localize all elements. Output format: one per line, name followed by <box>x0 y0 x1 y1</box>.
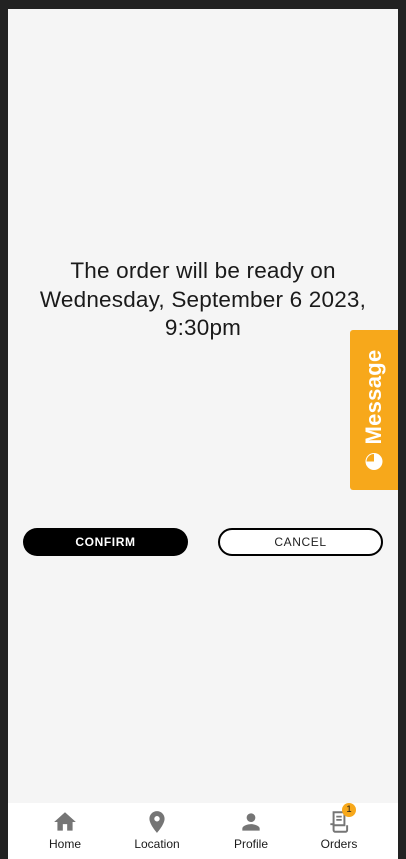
nav-label-location: Location <box>134 837 180 851</box>
order-ready-line-3: 9:30pm <box>164 315 242 340</box>
receipt-icon: 1 <box>326 803 356 835</box>
location-pin-icon <box>144 809 170 835</box>
app-screen: The order will be ready on Wednesday, Se… <box>8 9 398 859</box>
person-icon <box>238 809 264 835</box>
nav-item-orders[interactable]: 1 Orders <box>294 803 384 859</box>
nav-item-location[interactable]: Location <box>112 803 202 859</box>
message-tab[interactable]: Message <box>350 330 398 490</box>
message-tab-label: Message <box>361 349 386 445</box>
nav-item-home[interactable]: Home <box>20 803 110 859</box>
nav-label-profile: Profile <box>233 837 268 851</box>
order-ready-line-2: Wednesday, September 6 2023, <box>39 286 367 312</box>
home-icon <box>52 809 78 835</box>
nav-item-profile[interactable]: Profile <box>206 803 296 859</box>
cancel-button[interactable]: CANCEL <box>218 528 383 556</box>
orders-badge: 1 <box>342 803 356 817</box>
chat-bubble-icon <box>365 453 383 471</box>
bottom-navigation: Home Location Profile 1 Orders <box>8 803 398 859</box>
nav-label-home: Home <box>48 837 81 851</box>
message-tab-content: Message <box>361 349 387 471</box>
order-ready-message: The order will be ready on Wednesday, Se… <box>8 257 398 343</box>
nav-label-orders: Orders <box>320 837 358 851</box>
confirm-button[interactable]: CONFIRM <box>23 528 188 556</box>
order-ready-line-1: The order will be ready on <box>70 258 336 283</box>
